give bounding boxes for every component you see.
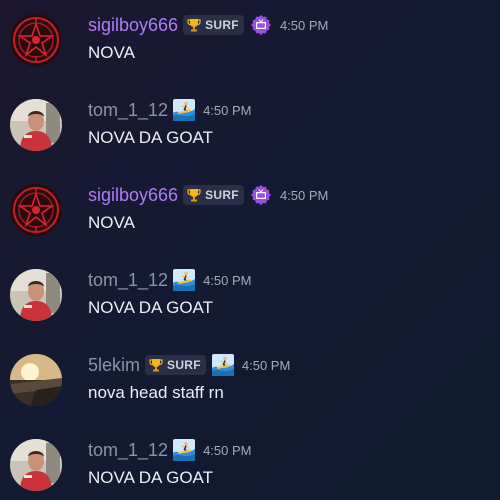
purple-tv-badge-icon[interactable] xyxy=(250,14,272,36)
message-text: NOVA DA GOAT xyxy=(88,128,214,147)
username[interactable]: 5lekim xyxy=(88,354,140,376)
chat-message: tom_1_12 4:50 PM NOVA DA GOAT xyxy=(0,425,500,500)
message-header: tom_1_12 4:50 PM xyxy=(88,267,251,293)
sunset-landscape-photo-icon xyxy=(10,354,62,406)
message-text: NOVA xyxy=(88,43,135,62)
timestamp[interactable]: 4:50 PM xyxy=(203,103,251,118)
chat-message: sigilboy666 SURF 4:50 PM NOVA xyxy=(0,170,500,254)
server-tag-label: SURF xyxy=(167,358,201,372)
message-text: NOVA DA GOAT xyxy=(88,298,214,317)
server-tag-label: SURF xyxy=(205,188,239,202)
person-red-shirt-photo-icon xyxy=(10,269,62,321)
message-header: sigilboy666 SURF 4:50 PM xyxy=(88,12,328,38)
server-tag[interactable]: SURF xyxy=(183,185,244,205)
message-text: NOVA DA GOAT xyxy=(88,468,214,487)
chat-message: sigilboy666 SURF 4:50 PM NOVA xyxy=(0,0,500,84)
red-sigil-emblem-icon xyxy=(10,184,62,236)
username[interactable]: tom_1_12 xyxy=(88,439,168,461)
avatar[interactable] xyxy=(10,14,62,66)
username[interactable]: sigilboy666 xyxy=(88,184,178,206)
avatar[interactable] xyxy=(10,354,62,406)
person-red-shirt-photo-icon xyxy=(10,99,62,151)
red-sigil-emblem-icon xyxy=(10,14,62,66)
trophy-icon xyxy=(186,187,202,203)
timestamp[interactable]: 4:50 PM xyxy=(203,273,251,288)
message-header: 5lekim SURF 4:50 PM xyxy=(88,352,290,378)
purple-tv-badge-icon[interactable] xyxy=(250,184,272,206)
username[interactable]: sigilboy666 xyxy=(88,14,178,36)
server-tag[interactable]: SURF xyxy=(145,355,206,375)
surfer-emoji-icon[interactable] xyxy=(173,269,195,291)
chat-message: tom_1_12 4:50 PM NOVA DA GOAT xyxy=(0,255,500,339)
message-text: nova head staff rn xyxy=(88,383,224,402)
message-text: NOVA xyxy=(88,213,135,232)
trophy-icon xyxy=(148,357,164,373)
timestamp[interactable]: 4:50 PM xyxy=(280,18,328,33)
chat-message-list: sigilboy666 SURF 4:50 PM NOVA tom_1_12 4… xyxy=(0,0,500,500)
server-tag[interactable]: SURF xyxy=(183,15,244,35)
message-header: sigilboy666 SURF 4:50 PM xyxy=(88,182,328,208)
avatar[interactable] xyxy=(10,99,62,151)
timestamp[interactable]: 4:50 PM xyxy=(280,188,328,203)
surfer-emoji-icon[interactable] xyxy=(212,354,234,376)
message-header: tom_1_12 4:50 PM xyxy=(88,437,251,463)
surfer-emoji-icon[interactable] xyxy=(173,99,195,121)
message-header: tom_1_12 4:50 PM xyxy=(88,97,251,123)
avatar[interactable] xyxy=(10,269,62,321)
timestamp[interactable]: 4:50 PM xyxy=(242,358,290,373)
username[interactable]: tom_1_12 xyxy=(88,269,168,291)
chat-message: tom_1_12 4:50 PM NOVA DA GOAT xyxy=(0,85,500,169)
chat-message: 5lekim SURF 4:50 PM nova head staff rn xyxy=(0,340,500,424)
server-tag-label: SURF xyxy=(205,18,239,32)
timestamp[interactable]: 4:50 PM xyxy=(203,443,251,458)
username[interactable]: tom_1_12 xyxy=(88,99,168,121)
avatar[interactable] xyxy=(10,184,62,236)
surfer-emoji-icon[interactable] xyxy=(173,439,195,461)
trophy-icon xyxy=(186,17,202,33)
person-red-shirt-photo-icon xyxy=(10,439,62,491)
avatar[interactable] xyxy=(10,439,62,491)
